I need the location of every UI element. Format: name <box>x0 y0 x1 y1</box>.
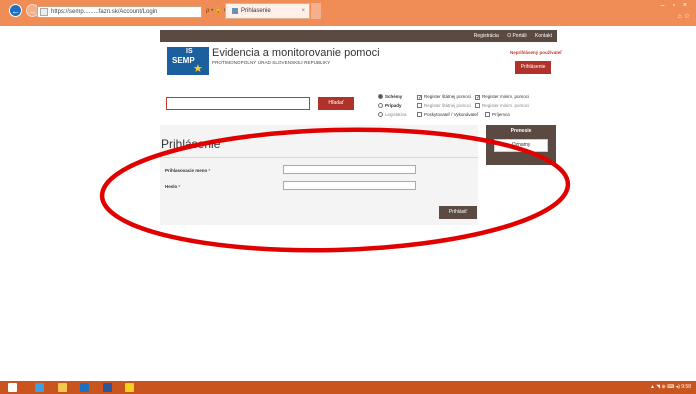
required-marker: * <box>178 184 181 189</box>
password-input[interactable] <box>283 181 416 190</box>
radio-dot-icon <box>378 94 383 99</box>
radio-legislativa[interactable]: Legislatíva <box>378 112 407 118</box>
username-label-text: Prihlasovacie meno <box>165 168 208 173</box>
check-label: Register štátnej pomoci <box>424 94 472 99</box>
home-favorites-icons[interactable]: ⌂ ☆ <box>678 12 690 20</box>
logo-semp-text: SEMP <box>172 56 195 65</box>
checkbox-checked-icon: ✓ <box>475 95 481 101</box>
side-panel-title: Prenesie <box>510 128 532 134</box>
username-label: Prihlasovacie meno * <box>165 168 210 173</box>
window-controls[interactable]: – ▫ × <box>661 2 690 9</box>
required-marker: * <box>208 168 211 173</box>
new-tab-button[interactable] <box>311 3 321 19</box>
browser-tab[interactable]: Prihlasenie × <box>225 3 310 19</box>
check-register-minim-1[interactable]: ✓ Register minim. pomoci <box>475 94 530 101</box>
address-bar[interactable]: https://semp.........fazn.sk/Account/Log… <box>37 6 202 18</box>
login-heading: Prihlásenie <box>161 137 221 151</box>
checkbox-checked-icon: ✓ <box>417 95 423 101</box>
tab-close-icon[interactable]: × <box>301 5 305 17</box>
check-register-statnej-2[interactable]: Register štátnej pomoci <box>417 103 471 109</box>
check-label: Register minim. pomoci <box>482 103 530 108</box>
side-panel: Prenesie Oznamy <box>486 125 556 165</box>
check-label: Príjemca <box>492 112 510 117</box>
search-button[interactable]: Hľadať <box>318 97 354 110</box>
radio-label: Schémy <box>385 94 403 99</box>
radio-pripady[interactable]: Prípady <box>378 103 402 109</box>
logo-is-text: IS <box>186 48 193 55</box>
radio-dot-icon <box>378 103 383 108</box>
nav-registracia[interactable]: Registrácia <box>474 33 499 39</box>
nav-kontakt[interactable]: Kontakt <box>535 33 552 39</box>
file-explorer-icon[interactable] <box>58 383 67 392</box>
checkbox-icon <box>475 103 480 108</box>
check-label: Poskytovateľ / Vykonávateľ <box>424 112 479 117</box>
check-label: Register štátnej pomoci <box>424 103 472 108</box>
checkbox-icon <box>417 103 422 108</box>
site-title: Evidencia a monitorovanie pomoci <box>212 47 380 59</box>
radio-label: Legislatíva <box>385 112 407 117</box>
checkbox-icon <box>417 112 422 117</box>
check-label: Register minim. pomoci <box>482 94 530 99</box>
tab-favicon-icon <box>232 8 238 14</box>
top-nav-links: Registrácia O Portáli Kontakt <box>467 30 552 42</box>
site-favicon-icon <box>40 8 48 16</box>
site-logo[interactable]: IS SEMP ★ <box>167 47 209 75</box>
site-top-nav: Registrácia O Portáli Kontakt <box>160 30 557 42</box>
check-poskytovatel[interactable]: Poskytovateľ / Vykonávateľ <box>417 112 478 118</box>
internet-explorer-icon[interactable] <box>35 383 44 392</box>
divider <box>160 157 478 158</box>
radio-schemy[interactable]: Schémy <box>378 94 402 100</box>
browser-toolbar: ← → https://semp.........fazn.sk/Account… <box>0 0 696 26</box>
windows-start-icon[interactable] <box>8 383 17 392</box>
system-tray[interactable]: ▲ ◥ ⊕ ⌨ ◂) 9:58 <box>650 384 691 390</box>
windows-taskbar: ▲ ◥ ⊕ ⌨ ◂) 9:58 <box>0 381 696 394</box>
logo-star-icon: ★ <box>193 63 203 75</box>
check-register-minim-2[interactable]: Register minim. pomoci <box>475 103 529 109</box>
password-label: Heslo * <box>165 184 180 189</box>
header-login-button[interactable]: Prihlásenie <box>515 61 551 74</box>
login-submit-button[interactable]: Prihlásiť <box>439 206 477 219</box>
search-input[interactable] <box>166 97 310 110</box>
address-url[interactable]: https://semp.........fazn.sk/Account/Log… <box>51 7 157 17</box>
radio-dot-icon <box>378 112 383 117</box>
user-status: Neprihlásený používateľ <box>510 50 562 55</box>
back-arrow-icon[interactable]: ← <box>9 4 22 17</box>
word-icon[interactable] <box>103 383 112 392</box>
site-subtitle: PROTIMONOPOLNÝ ÚRAD SLOVENSKEJ REPUBLIKY <box>212 60 331 65</box>
outlook-icon[interactable] <box>80 383 89 392</box>
checkbox-icon <box>485 112 490 117</box>
oznamy-button[interactable]: Oznamy <box>494 139 548 152</box>
nav-o-portali[interactable]: O Portáli <box>507 33 526 39</box>
check-register-statnej-1[interactable]: ✓ Register štátnej pomoci <box>417 94 472 101</box>
tab-label: Prihlasenie <box>241 8 271 14</box>
username-input[interactable] <box>283 165 416 174</box>
folder-icon[interactable] <box>125 383 134 392</box>
check-prijemca[interactable]: Príjemca <box>485 112 510 118</box>
password-label-text: Heslo <box>165 184 178 189</box>
radio-label: Prípady <box>385 103 402 108</box>
